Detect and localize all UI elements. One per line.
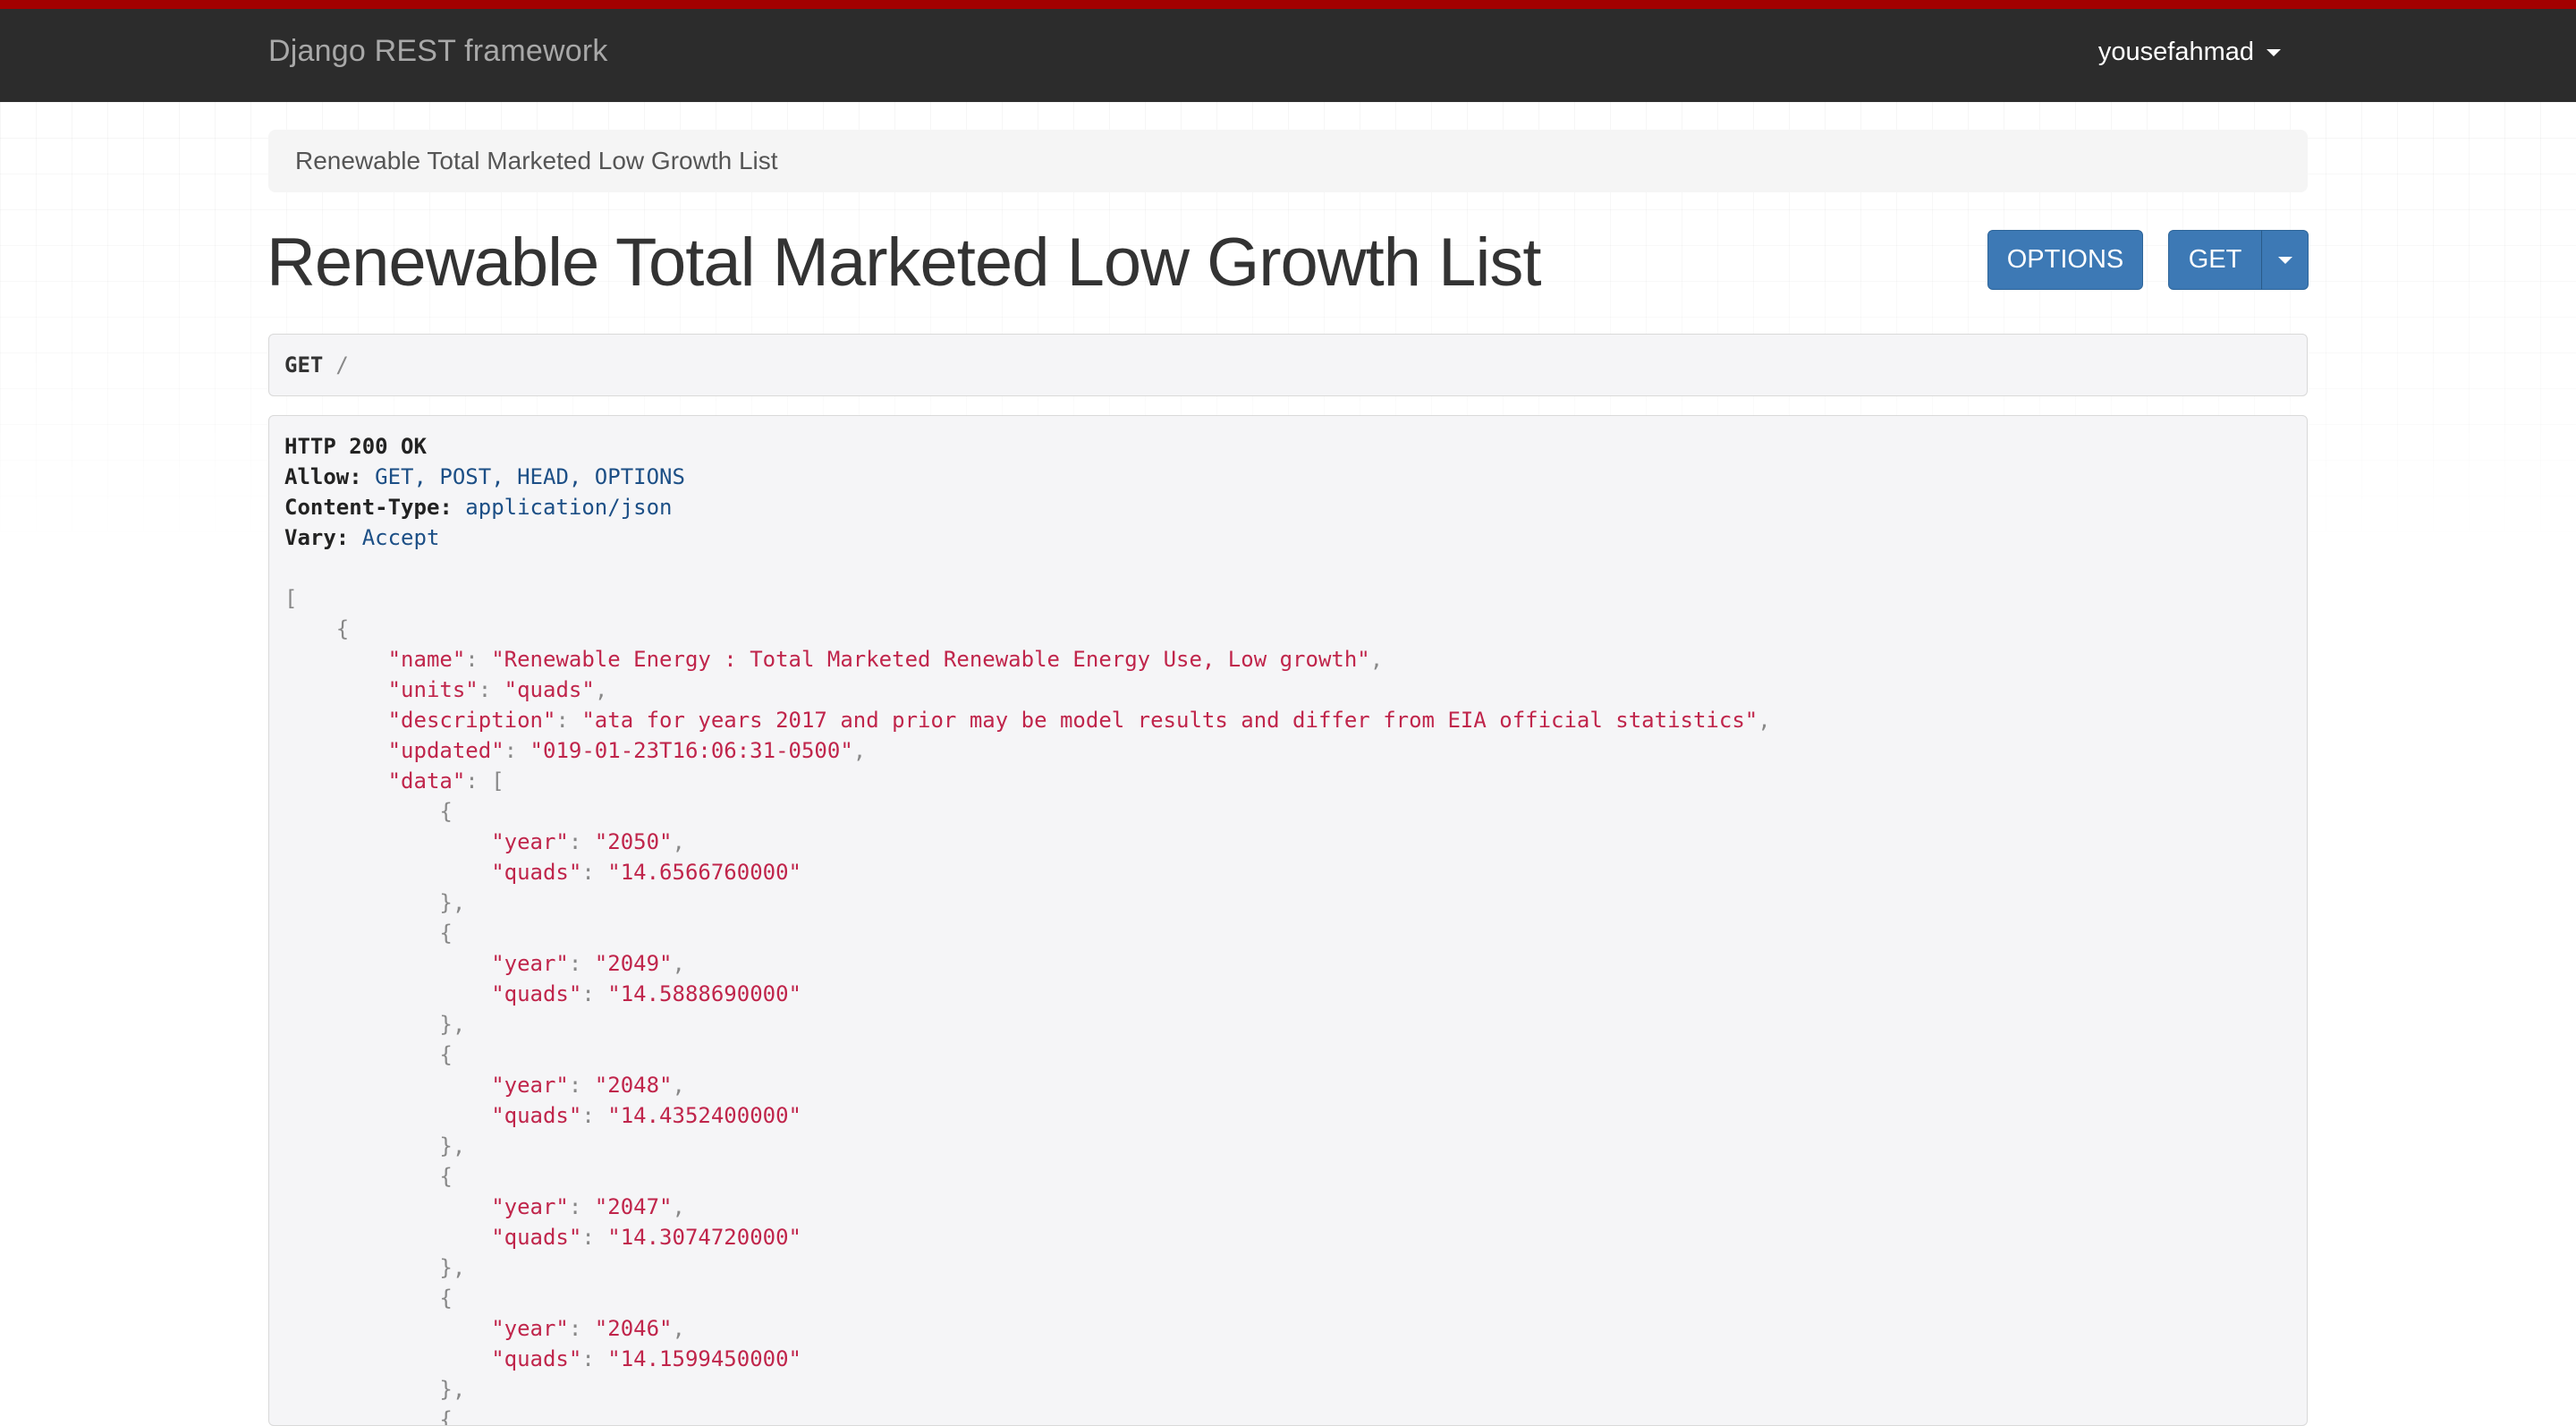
caret-down-icon bbox=[2277, 256, 2292, 264]
json-value: "2049" bbox=[594, 951, 673, 976]
json-value: "2046" bbox=[594, 1316, 673, 1341]
get-button[interactable]: GET bbox=[2168, 230, 2262, 290]
caret-down-icon bbox=[2267, 48, 2281, 56]
header-key: Content-Type: bbox=[284, 495, 453, 520]
json-key: "quads" bbox=[491, 1103, 582, 1128]
json-value: "14.3074720000" bbox=[607, 1225, 801, 1250]
user-menu[interactable]: yousefahmad bbox=[2098, 38, 2281, 67]
response-info: HTTP 200 OK Allow: GET, POST, HEAD, OPTI… bbox=[268, 415, 2308, 1426]
json-key: "year" bbox=[491, 829, 569, 854]
json-value: "14.6566760000" bbox=[607, 860, 801, 885]
breadcrumb-item-active: Renewable Total Marketed Low Growth List bbox=[295, 147, 778, 174]
request-method: GET bbox=[284, 352, 324, 378]
json-key: "year" bbox=[491, 1194, 569, 1219]
json-value: "2048" bbox=[594, 1073, 673, 1098]
json-key: "data" bbox=[387, 768, 466, 794]
json-key: "description" bbox=[387, 708, 556, 733]
json-value: "quads" bbox=[504, 677, 595, 702]
json-key: "quads" bbox=[491, 860, 582, 885]
navbar: Django REST framework yousefahmad bbox=[0, 9, 2576, 102]
json-key: "quads" bbox=[491, 1225, 582, 1250]
json-key: "quads" bbox=[491, 1346, 582, 1371]
get-button-group: GET bbox=[2168, 230, 2309, 290]
json-key: "units" bbox=[387, 677, 479, 702]
header-value: GET, POST, HEAD, OPTIONS bbox=[375, 464, 685, 489]
json-key: "updated" bbox=[387, 738, 504, 763]
json-value: "2047" bbox=[594, 1194, 673, 1219]
request-info: GET / bbox=[268, 334, 2308, 396]
header-value: Accept bbox=[361, 525, 440, 550]
json-key: "quads" bbox=[491, 981, 582, 1006]
json-value: "ata for years 2017 and prior may be mod… bbox=[581, 708, 1758, 733]
page-title: Renewable Total Marketed Low Growth List bbox=[267, 225, 1541, 301]
json-value: "14.5888690000" bbox=[607, 981, 801, 1006]
json-value: "019-01-23T16:06:31-0500" bbox=[530, 738, 853, 763]
header-value: application/json bbox=[465, 495, 673, 520]
response-status: HTTP 200 OK bbox=[284, 434, 427, 459]
user-name: yousefahmad bbox=[2097, 38, 2254, 66]
brand-link[interactable]: Django REST framework bbox=[268, 34, 608, 69]
json-key: "name" bbox=[387, 647, 466, 672]
json-key: "year" bbox=[491, 1316, 569, 1341]
json-value: "14.4352400000" bbox=[607, 1103, 801, 1128]
request-path: / bbox=[335, 352, 349, 378]
options-button[interactable]: OPTIONS bbox=[1987, 230, 2143, 290]
get-format-dropdown-toggle[interactable] bbox=[2261, 230, 2309, 290]
json-value: "2050" bbox=[594, 829, 673, 854]
json-key: "year" bbox=[491, 1073, 569, 1098]
json-key: "year" bbox=[491, 951, 569, 976]
header-key: Vary: bbox=[284, 525, 350, 550]
top-accent-bar bbox=[0, 0, 2576, 9]
json-value: "14.1599450000" bbox=[607, 1346, 801, 1371]
breadcrumb: Renewable Total Marketed Low Growth List bbox=[268, 130, 2308, 192]
json-value: "Renewable Energy : Total Marketed Renew… bbox=[491, 647, 1370, 672]
header-key: Allow: bbox=[284, 464, 362, 489]
